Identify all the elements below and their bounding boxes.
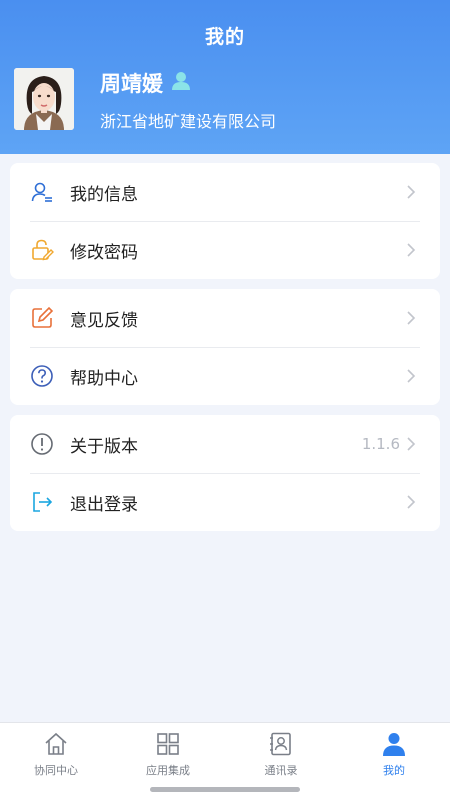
menu-item-label: 意见反馈: [70, 310, 138, 331]
menu-group-support: 意见反馈 帮助中心: [10, 289, 440, 405]
menu-item-feedback[interactable]: 意见反馈: [10, 289, 440, 347]
menu-item-logout[interactable]: 退出登录: [10, 473, 440, 531]
user-name: 周靖媛: [100, 72, 163, 96]
home-indicator[interactable]: [150, 787, 300, 792]
logout-icon: [33, 492, 53, 512]
tab-label: 协同中心: [34, 764, 78, 777]
menu-item-help-center[interactable]: 帮助中心: [10, 347, 440, 405]
tab-contacts[interactable]: 通讯录: [225, 723, 337, 783]
tab-label: 通讯录: [264, 764, 298, 777]
tab-collaboration-center[interactable]: 协同中心: [0, 723, 112, 783]
tab-label: 我的: [383, 764, 405, 777]
avatar-photo: [14, 68, 74, 130]
chevron-right-icon: [407, 437, 416, 451]
home-icon: [45, 732, 67, 755]
tab-mine[interactable]: 我的: [338, 723, 450, 783]
chevron-right-icon: [407, 311, 416, 325]
chevron-right-icon: [407, 495, 416, 509]
tab-app-integration[interactable]: 应用集成: [112, 723, 224, 783]
page-title: 我的: [204, 26, 245, 48]
menu-item-my-info[interactable]: 我的信息: [10, 163, 440, 221]
info-icon: [31, 433, 53, 455]
help-icon: [31, 365, 53, 387]
lock-edit-icon: [32, 239, 54, 261]
user-badge-icon: [172, 72, 190, 90]
user-info-icon: [31, 182, 52, 202]
menu-item-change-password[interactable]: 修改密码: [10, 221, 440, 279]
grid-icon: [157, 733, 179, 755]
menu-item-label: 退出登录: [70, 494, 138, 515]
profile-header: 我的 周靖媛 浙江省地矿建设有限公司: [0, 0, 450, 154]
person-icon: [383, 733, 405, 756]
menu-item-label: 修改密码: [70, 242, 138, 263]
chevron-right-icon: [407, 243, 416, 257]
contacts-icon: [270, 732, 291, 756]
version-value: 1.1.6: [361, 435, 400, 453]
menu-item-label: 关于版本: [70, 436, 138, 457]
feedback-edit-icon: [32, 306, 54, 328]
user-company: 浙江省地矿建设有限公司: [100, 112, 277, 131]
avatar[interactable]: [14, 68, 74, 130]
tab-label: 应用集成: [146, 764, 190, 777]
chevron-right-icon: [407, 369, 416, 383]
chevron-right-icon: [407, 185, 416, 199]
menu-item-label: 帮助中心: [70, 368, 138, 389]
menu-group-app: 关于版本 1.1.6 退出登录: [10, 415, 440, 531]
menu-group-account: 我的信息 修改密码: [10, 163, 440, 279]
menu-item-label: 我的信息: [70, 184, 138, 205]
menu-item-about-version[interactable]: 关于版本 1.1.6: [10, 415, 440, 473]
